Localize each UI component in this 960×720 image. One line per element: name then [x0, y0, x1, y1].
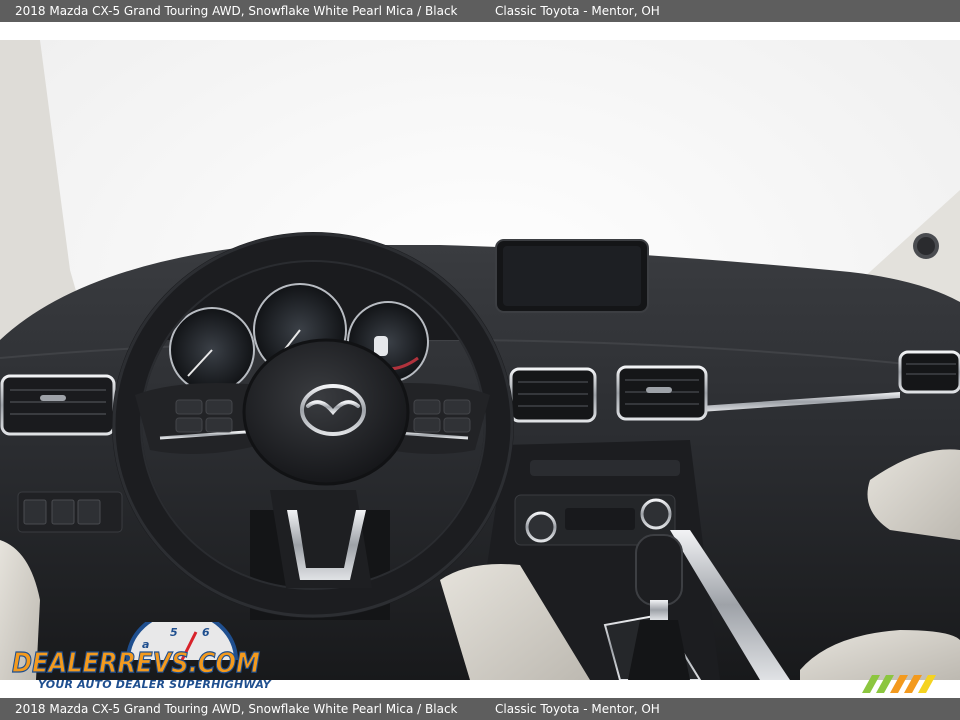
- caption-vehicle-bottom: 2018 Mazda CX-5 Grand Touring AWD, Snowf…: [15, 702, 458, 716]
- climate-right-knob[interactable]: [640, 498, 672, 530]
- watermark-brand: DEALERREVS.COM: [12, 646, 260, 679]
- left-air-vent[interactable]: [0, 374, 116, 436]
- caption-dealer-bottom: Classic Toyota - Mentor, OH: [495, 702, 660, 716]
- gear-shifter[interactable]: [635, 534, 683, 606]
- svg-text:5: 5: [170, 626, 178, 639]
- media-slot: [530, 460, 680, 476]
- photo-frame: [0, 22, 960, 698]
- interior-photo: [0, 40, 960, 680]
- caption-vehicle: 2018 Mazda CX-5 Grand Touring AWD, Snowf…: [15, 4, 458, 18]
- caption-bar-bottom: 2018 Mazda CX-5 Grand Touring AWD, Snowf…: [0, 698, 960, 720]
- tachometer-gauge: [169, 307, 255, 393]
- climate-left-knob[interactable]: [525, 511, 557, 543]
- steering-wheel-hub[interactable]: [242, 338, 410, 486]
- right-air-vent[interactable]: [898, 350, 960, 394]
- caption-dealer: Classic Toyota - Mentor, OH: [495, 4, 660, 18]
- svg-text:6: 6: [202, 626, 210, 639]
- watermark-tagline: YOUR AUTO DEALER SUPERHIGHWAY: [38, 678, 271, 691]
- stripes-icon: [862, 675, 936, 693]
- caption-bar-top: 2018 Mazda CX-5 Grand Touring AWD, Snowf…: [0, 0, 960, 22]
